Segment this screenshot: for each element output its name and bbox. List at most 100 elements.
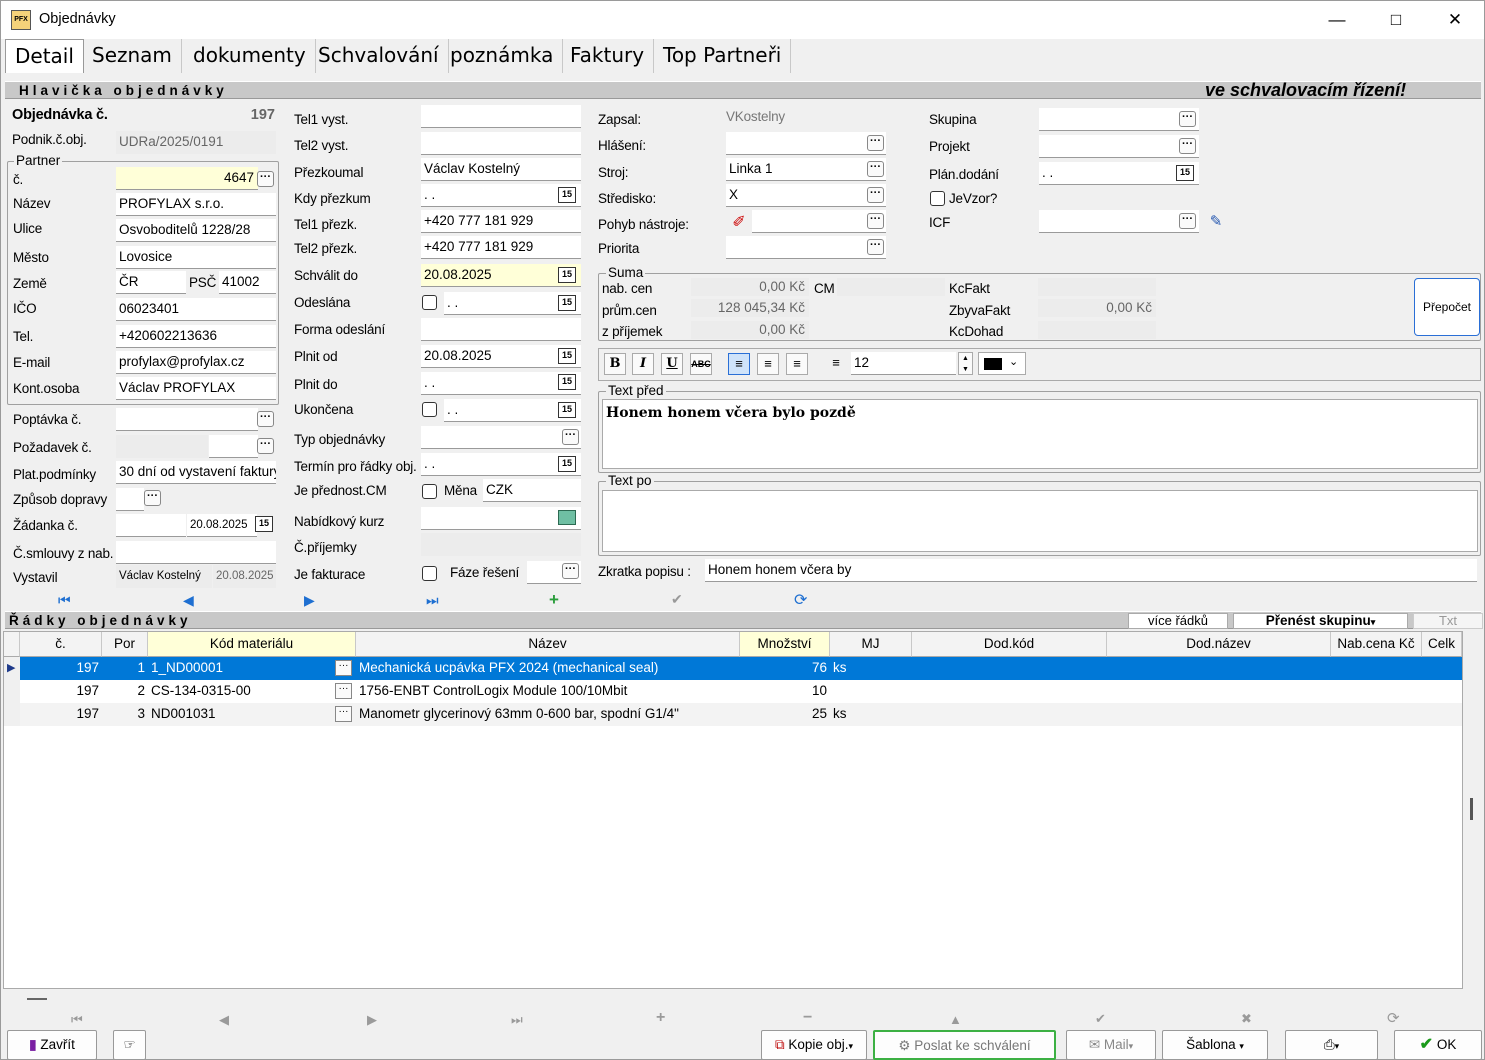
prezkoumal-field[interactable]: Václav Kostelný xyxy=(421,158,581,181)
grid-edit-icon[interactable]: ▲ xyxy=(949,1012,962,1027)
typ-objednavky-field[interactable] xyxy=(421,426,581,449)
align-right-icon[interactable]: ≡ xyxy=(786,353,808,375)
table-row[interactable]: ▶ 197 1 1_ND00001 ··· Mechanická ucpávka… xyxy=(4,657,1462,680)
nazev-field[interactable]: PROFYLAX s.r.o. xyxy=(116,193,276,216)
icf-field[interactable] xyxy=(1039,210,1199,233)
faze-lookup-button[interactable]: ··· xyxy=(562,563,579,579)
table-row[interactable]: 197 2 CS-134-0315-00 ··· 1756-ENBT Contr… xyxy=(4,680,1462,703)
ulice-field[interactable]: Osvoboditelů 1228/28 xyxy=(116,219,276,242)
grid-prev-icon[interactable]: ◀ xyxy=(219,1012,229,1028)
priorita-field[interactable] xyxy=(726,236,886,259)
kurz-field[interactable] xyxy=(421,507,581,530)
ico-field[interactable]: 06023401 xyxy=(116,298,276,321)
zadanka-field[interactable] xyxy=(116,514,186,537)
maximize-icon[interactable]: □ xyxy=(1367,1,1425,39)
minimize-icon[interactable]: — xyxy=(1308,1,1366,39)
psc-field[interactable]: 41002 xyxy=(219,271,276,294)
tel2-vyst-field[interactable] xyxy=(421,132,581,155)
plan-dodani-calendar-icon[interactable]: 15 xyxy=(1176,165,1194,181)
strikethrough-button[interactable]: ABC xyxy=(690,353,712,375)
underline-button[interactable]: U xyxy=(661,353,683,375)
font-size-spinner[interactable]: ▲ ▼ xyxy=(958,352,973,375)
poptavka-lookup-button[interactable]: ··· xyxy=(257,411,274,427)
odeslana-calendar-icon[interactable]: 15 xyxy=(558,295,576,311)
align-center-icon[interactable]: ≡ xyxy=(757,353,779,375)
col-header-por[interactable]: Por xyxy=(102,632,148,657)
skupina-lookup-button[interactable]: ··· xyxy=(1179,111,1196,127)
priorita-lookup-button[interactable]: ··· xyxy=(867,239,884,255)
tab-poznamka[interactable]: poznámka xyxy=(441,39,564,73)
row-lookup-button[interactable]: ··· xyxy=(335,660,352,676)
horizontal-scrollbar-thumb[interactable] xyxy=(27,998,47,1000)
stredisko-field[interactable]: X xyxy=(726,184,886,207)
ok-button[interactable]: ✔ OK xyxy=(1394,1030,1482,1060)
grid-post-icon[interactable]: ✔ xyxy=(1095,1011,1106,1027)
projekt-lookup-button[interactable]: ··· xyxy=(1179,138,1196,154)
col-header-mj[interactable]: MJ xyxy=(830,632,912,657)
prednost-checkbox[interactable] xyxy=(422,484,437,499)
color-picker[interactable]: ⌄ xyxy=(978,352,1026,375)
zkratka-field[interactable]: Honem honem včera by xyxy=(705,559,1477,582)
plan-dodani-field[interactable]: . . xyxy=(1039,162,1199,185)
tab-detail[interactable]: Detail xyxy=(5,39,84,73)
table-row[interactable]: 197 3 ND001031 ··· Manometr glycerinový … xyxy=(4,703,1462,726)
tab-top-partneri[interactable]: Top Partneři xyxy=(654,39,792,73)
tel-field[interactable]: +420602213636 xyxy=(116,325,276,348)
plnit-do-field[interactable]: . . xyxy=(421,372,581,395)
grid-last-icon[interactable]: ⏭ xyxy=(511,1012,523,1028)
text-pred-editor[interactable]: Honem honem včera bylo pozdě xyxy=(602,399,1478,469)
tab-faktury[interactable]: Faktury xyxy=(561,39,655,73)
txt-button[interactable]: Txt xyxy=(1413,613,1483,629)
email-field[interactable]: profylax@profylax.cz xyxy=(116,351,276,374)
bold-button[interactable]: B xyxy=(604,353,626,375)
tab-schvalovani[interactable]: Schvalování xyxy=(309,39,449,73)
stroj-lookup-button[interactable]: ··· xyxy=(867,161,884,177)
copy-order-button[interactable]: ⧉ Kopie obj.▾ xyxy=(761,1030,867,1060)
pozadavek-field-2[interactable] xyxy=(209,435,258,458)
add-record-icon[interactable]: + xyxy=(549,590,559,610)
template-button[interactable]: Šablona ▾ xyxy=(1162,1030,1268,1060)
typ-objednavky-lookup-button[interactable]: ··· xyxy=(562,429,579,445)
grid-add-icon[interactable]: + xyxy=(656,1009,665,1027)
col-header-c[interactable]: č. xyxy=(20,632,102,657)
mena-field[interactable]: CZK xyxy=(483,479,581,502)
bullet-list-icon[interactable]: ≡ xyxy=(825,353,847,375)
smlouvy-field[interactable] xyxy=(116,541,276,564)
tel2-prezk-field[interactable]: +420 777 181 929 xyxy=(421,236,581,259)
refresh-icon[interactable]: ⟳ xyxy=(794,590,807,610)
prev-record-icon[interactable]: ◀ xyxy=(183,592,194,609)
transfer-group-button[interactable]: Přenést skupinu▾ xyxy=(1233,613,1408,629)
jevzor-checkbox[interactable] xyxy=(930,191,945,206)
mail-button[interactable]: ✉ Mail▾ xyxy=(1066,1030,1156,1060)
mesto-field[interactable]: Lovosice xyxy=(116,246,276,269)
close-button[interactable]: ▮ Zavřít xyxy=(7,1030,97,1060)
tel1-prezk-field[interactable]: +420 777 181 929 xyxy=(421,210,581,233)
align-left-icon[interactable]: ≡ xyxy=(728,353,750,375)
font-size-field[interactable]: 12 xyxy=(851,352,956,375)
projekt-field[interactable] xyxy=(1039,135,1199,158)
stredisko-lookup-button[interactable]: ··· xyxy=(867,187,884,203)
schvalit-do-field[interactable]: 20.08.2025 xyxy=(421,264,581,287)
close-icon[interactable]: ✕ xyxy=(1426,1,1484,39)
italic-button[interactable]: I xyxy=(632,353,654,375)
pohyb-field[interactable] xyxy=(752,210,886,233)
ukoncena-checkbox[interactable] xyxy=(422,402,437,417)
col-header-nab-cena[interactable]: Nab.cena Kč xyxy=(1331,632,1422,657)
kont-osoba-field[interactable]: Václav PROFYLAX xyxy=(116,377,276,400)
more-rows-button[interactable]: více řádků xyxy=(1128,613,1228,629)
hlaseni-field[interactable] xyxy=(726,132,886,155)
plnit-do-calendar-icon[interactable]: 15 xyxy=(558,374,576,390)
ukoncena-calendar-icon[interactable]: 15 xyxy=(558,402,576,418)
poptavka-field[interactable] xyxy=(116,408,258,431)
schvalit-do-calendar-icon[interactable]: 15 xyxy=(558,267,576,283)
forma-odeslani-field[interactable] xyxy=(421,318,581,341)
fakturace-checkbox[interactable] xyxy=(422,566,437,581)
first-record-icon[interactable]: ⏮ xyxy=(58,592,71,609)
zadanka-calendar-icon[interactable]: 15 xyxy=(255,516,273,532)
plat-podminky-field[interactable]: 30 dní od vystavení faktury xyxy=(116,461,276,484)
grid-refresh-icon[interactable]: ⟳ xyxy=(1387,1009,1400,1027)
pohyb-lookup-button[interactable]: ··· xyxy=(867,213,884,229)
col-header-kod[interactable]: Kód materiálu xyxy=(148,632,356,657)
next-record-icon[interactable]: ▶ xyxy=(304,592,315,609)
termin-calendar-icon[interactable]: 15 xyxy=(558,456,576,472)
